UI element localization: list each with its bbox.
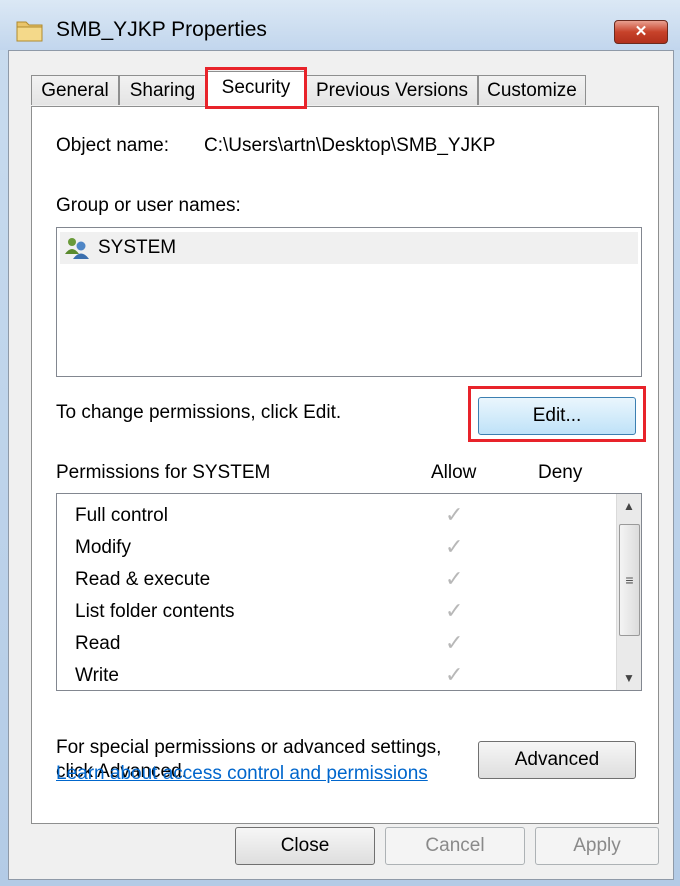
properties-window: SMB_YJKP Properties ✕ General Sharing Se… bbox=[0, 0, 680, 886]
deny-header: Deny bbox=[538, 462, 583, 483]
tab-previous-versions[interactable]: Previous Versions bbox=[306, 75, 478, 105]
folder-icon bbox=[16, 21, 43, 42]
users-icon bbox=[65, 238, 89, 259]
allow-check-icon: ✓ bbox=[445, 534, 464, 559]
tab-customize[interactable]: Customize bbox=[478, 75, 586, 105]
advanced-button[interactable]: Advanced bbox=[478, 741, 636, 779]
permission-name: Read bbox=[75, 633, 121, 654]
permissions-for-label: Permissions for SYSTEM bbox=[56, 462, 271, 483]
group-user-label: Group or user names: bbox=[56, 195, 241, 216]
change-permissions-hint: To change permissions, click Edit. bbox=[56, 402, 342, 423]
permissions-scrollbar[interactable]: ▲ ≡ ▼ bbox=[616, 494, 641, 690]
table-row: Read ✓ bbox=[57, 628, 617, 660]
user-list[interactable]: SYSTEM bbox=[56, 227, 642, 377]
title-bar[interactable]: SMB_YJKP Properties ✕ bbox=[0, 0, 680, 50]
window-title: SMB_YJKP Properties bbox=[56, 18, 267, 41]
permissions-list[interactable]: Full control ✓ Modify ✓ Read & execute ✓… bbox=[56, 493, 642, 691]
special-permissions-text: For special permissions or advanced sett… bbox=[56, 737, 442, 758]
table-row: List folder contents ✓ bbox=[57, 596, 617, 628]
learn-access-control-link[interactable]: Learn about access control and permissio… bbox=[56, 763, 428, 785]
cancel-button[interactable]: Cancel bbox=[385, 827, 525, 865]
security-panel: Object name: C:\Users\artn\Desktop\SMB_Y… bbox=[31, 106, 659, 824]
permission-name: Full control bbox=[75, 505, 168, 526]
apply-button[interactable]: Apply bbox=[535, 827, 659, 865]
tab-security[interactable]: Security bbox=[206, 71, 306, 107]
allow-check-icon: ✓ bbox=[445, 662, 464, 687]
user-name: SYSTEM bbox=[98, 237, 177, 258]
table-row: Full control ✓ bbox=[57, 500, 617, 532]
tab-sharing[interactable]: Sharing bbox=[119, 75, 206, 105]
close-button[interactable]: Close bbox=[235, 827, 375, 865]
edit-button[interactable]: Edit... bbox=[478, 397, 636, 435]
dialog-body: General Sharing Security Previous Versio… bbox=[8, 50, 674, 880]
table-row: Modify ✓ bbox=[57, 532, 617, 564]
tab-general[interactable]: General bbox=[31, 75, 119, 105]
list-item[interactable]: SYSTEM bbox=[60, 232, 638, 264]
allow-check-icon: ✓ bbox=[445, 566, 464, 591]
allow-check-icon: ✓ bbox=[445, 598, 464, 623]
permission-name: Modify bbox=[75, 537, 131, 558]
permission-name: Read & execute bbox=[75, 569, 211, 590]
permission-name: Write bbox=[75, 665, 119, 686]
table-row: Write ✓ bbox=[57, 660, 617, 690]
table-row: Read & execute ✓ bbox=[57, 564, 617, 596]
close-window-button[interactable]: ✕ bbox=[614, 20, 668, 44]
object-name-value: C:\Users\artn\Desktop\SMB_YJKP bbox=[204, 135, 496, 156]
allow-header: Allow bbox=[431, 462, 477, 483]
object-name-label: Object name: bbox=[56, 135, 169, 156]
scroll-thumb[interactable]: ≡ bbox=[619, 524, 640, 636]
allow-check-icon: ✓ bbox=[445, 630, 464, 655]
scroll-up-icon[interactable]: ▲ bbox=[617, 494, 641, 518]
permission-name: List folder contents bbox=[75, 601, 235, 622]
allow-check-icon: ✓ bbox=[445, 502, 464, 527]
scroll-down-icon[interactable]: ▼ bbox=[617, 666, 641, 690]
